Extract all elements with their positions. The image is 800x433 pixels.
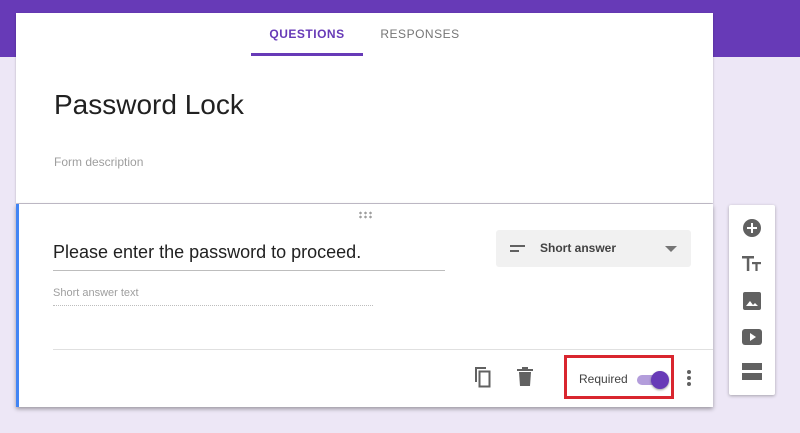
card-divider <box>53 349 713 350</box>
add-image-icon[interactable] <box>743 292 761 315</box>
more-options-icon[interactable] <box>686 369 692 392</box>
form-header-card: QUESTIONS RESPONSES Password Lock Form d… <box>16 13 713 203</box>
required-label: Required <box>579 372 628 386</box>
question-type-dropdown[interactable]: Short answer <box>496 230 691 267</box>
question-type-label: Short answer <box>540 241 617 255</box>
tab-bar: QUESTIONS RESPONSES <box>16 13 713 56</box>
active-card-indicator <box>16 204 19 407</box>
add-section-icon[interactable] <box>742 363 762 386</box>
toggle-thumb <box>651 371 669 389</box>
tab-questions[interactable]: QUESTIONS <box>251 13 363 56</box>
chevron-down-icon <box>665 246 677 252</box>
add-video-icon[interactable] <box>742 329 762 350</box>
form-title[interactable]: Password Lock <box>54 89 244 121</box>
question-card[interactable]: Please enter the password to proceed. Sh… <box>16 204 713 407</box>
delete-icon[interactable] <box>516 367 534 392</box>
short-answer-preview: Short answer text <box>53 287 373 306</box>
duplicate-icon[interactable] <box>472 366 492 393</box>
short-text-icon <box>510 242 526 260</box>
add-title-icon[interactable] <box>742 255 762 278</box>
required-toggle[interactable] <box>635 371 669 389</box>
drag-handle-icon[interactable] <box>358 211 372 219</box>
form-description-field[interactable]: Form description <box>54 155 143 169</box>
required-highlight: Required <box>564 355 674 399</box>
add-question-icon[interactable] <box>742 218 762 243</box>
side-toolbar <box>729 205 775 395</box>
question-title-input[interactable]: Please enter the password to proceed. <box>53 242 445 271</box>
tab-responses[interactable]: RESPONSES <box>366 13 474 56</box>
